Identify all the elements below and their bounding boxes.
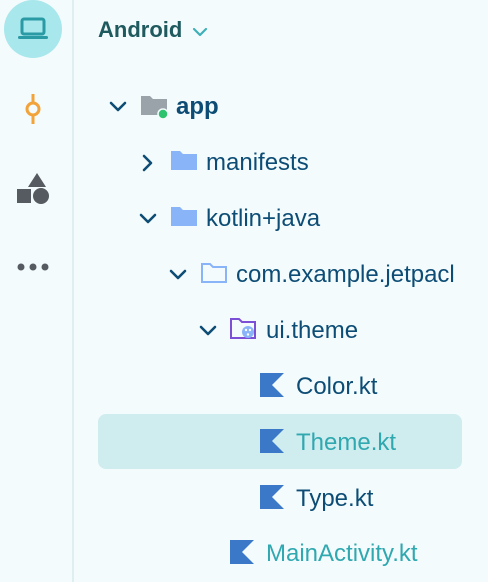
- chevron-down-icon[interactable]: [138, 208, 158, 236]
- chevron-right-icon[interactable]: [138, 152, 158, 180]
- tree-item-type-kt[interactable]: Type.kt: [0, 471, 414, 527]
- theme-package-icon: [229, 315, 259, 350]
- folder-icon: [170, 203, 198, 236]
- tree-item-package[interactable]: com.example.jetpacl: [0, 247, 455, 303]
- tree-item-ui-theme[interactable]: ui.theme: [0, 303, 414, 359]
- tree-item-label: Theme.kt: [296, 429, 397, 456]
- tree-item-color-kt[interactable]: Color.kt: [0, 359, 414, 415]
- tree-item-label: MainActivity.kt: [266, 540, 418, 567]
- kotlin-file-icon: [228, 538, 256, 573]
- project-panel: Android app manifests kotlin+java com.ex…: [0, 0, 488, 582]
- tree-item-theme-kt[interactable]: Theme.kt: [0, 415, 414, 471]
- project-tree: app manifests kotlin+java com.example.je…: [0, 0, 488, 582]
- tree-item-label: Type.kt: [296, 485, 374, 512]
- folder-icon: [170, 147, 198, 180]
- tree-item-label: ui.theme: [266, 317, 359, 344]
- tree-item-kotlin-java[interactable]: kotlin+java: [0, 191, 414, 247]
- tree-item-label: Color.kt: [296, 373, 378, 400]
- chevron-down-icon[interactable]: [108, 96, 128, 124]
- tree-item-label: com.example.jetpacl: [236, 261, 455, 288]
- package-folder-icon: [200, 259, 228, 292]
- tree-item-label: app: [176, 93, 219, 120]
- tree-item-mainactivity-kt[interactable]: MainActivity.kt: [0, 526, 418, 582]
- chevron-down-icon[interactable]: [168, 264, 188, 292]
- tree-item-label: manifests: [206, 149, 309, 176]
- kotlin-file-icon: [258, 427, 286, 462]
- kotlin-file-icon: [258, 483, 286, 518]
- tree-item-label: kotlin+java: [206, 205, 321, 232]
- tree-item-manifests[interactable]: manifests: [0, 135, 414, 191]
- kotlin-file-icon: [258, 371, 286, 406]
- tree-item-app[interactable]: app: [0, 79, 414, 135]
- module-folder-icon: [139, 91, 171, 128]
- chevron-down-icon[interactable]: [198, 320, 218, 348]
